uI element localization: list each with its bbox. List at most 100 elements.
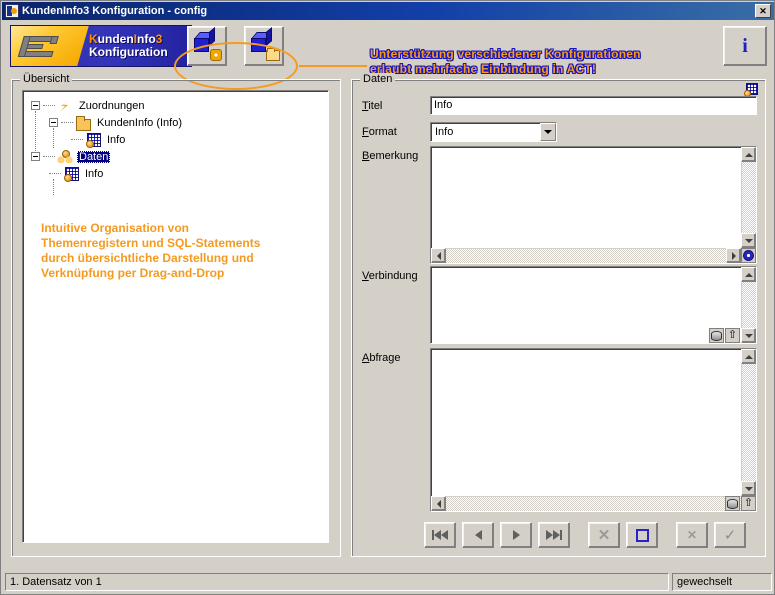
tree-view[interactable]: Zuordnungen KundenInfo (Info) Info [22, 90, 329, 543]
callout-line-2: erlaubt mehrfache Einbindung in ACT! [370, 62, 641, 77]
callout-text: Unterstützung verschiedener Konfiguratio… [370, 47, 641, 77]
cancel-edit-button[interactable]: ✕ [676, 522, 708, 548]
promo-line-3: durch übersichtliche Darstellung und [41, 251, 260, 266]
tree-connector [61, 122, 73, 123]
titel-label: Titel [362, 100, 382, 112]
tree-connector [49, 173, 61, 174]
overview-group-label: Übersicht [20, 73, 72, 85]
tree-item-kundeninfo[interactable]: KundenInfo (Info) [49, 114, 328, 131]
check-icon: ✓ [724, 528, 737, 543]
logo-3: 3 [156, 32, 163, 46]
scroll-up-button[interactable] [741, 349, 756, 364]
abfrage-textarea[interactable]: ⇧ [430, 348, 757, 512]
grid-record-icon[interactable] [744, 83, 759, 97]
bemerkung-label-rest: emerkung [369, 150, 418, 162]
tree-item-label: Info [83, 168, 105, 180]
scroll-down-button[interactable] [741, 328, 756, 343]
window-title: KundenInfo3 Konfiguration - config [22, 5, 207, 17]
format-label: Format [362, 126, 397, 138]
config-cube-button[interactable] [187, 26, 227, 66]
settings-gear-icon[interactable] [741, 248, 756, 263]
upload-arrow-icon[interactable]: ⇧ [741, 496, 756, 511]
application-window: KundenInfo3 Konfiguration - config ✕ Kun… [0, 0, 775, 595]
tree-item-zuordnungen[interactable]: Zuordnungen [31, 97, 328, 114]
delete-record-button[interactable]: ✕ [588, 522, 620, 548]
tree-item-info-1[interactable]: Info [71, 131, 328, 148]
verbindung-textarea[interactable]: ⇧ [430, 266, 757, 344]
scroll-left-button[interactable] [431, 496, 446, 511]
verbindung-label-accel: V [362, 270, 369, 282]
tree-item-info-2[interactable]: Info [49, 165, 328, 182]
tree-connector [43, 105, 55, 106]
header-band: KundenInfo3 Konfiguration Unterstützung … [2, 20, 775, 72]
verbindung-label-rest: erbindung [369, 270, 418, 282]
gear-icon [210, 49, 222, 61]
callout-leader-line [299, 65, 367, 67]
tree-item-label: Info [105, 134, 127, 146]
promo-line-1: Intuitive Organisation von [41, 221, 260, 236]
scroll-right-button[interactable] [726, 248, 741, 263]
scroll-down-button[interactable] [741, 233, 756, 248]
abfrage-label-rest: bfrage [369, 352, 400, 364]
app-icon [5, 4, 19, 18]
open-cube-button[interactable] [244, 26, 284, 66]
logo-nfo: nfo [137, 32, 156, 46]
last-record-button[interactable] [538, 522, 570, 548]
tree-item-daten[interactable]: Daten [31, 148, 328, 165]
format-label-accel: F [362, 126, 369, 138]
data-group-label: Daten [360, 73, 395, 85]
status-bar: 1. Datensatz von 1 gewechselt [2, 571, 775, 593]
tree-item-label: KundenInfo (Info) [95, 117, 184, 129]
cancel-x-icon: ✕ [687, 528, 697, 543]
collapse-icon[interactable] [31, 101, 40, 110]
scroll-up-button[interactable] [741, 147, 756, 162]
titel-input[interactable]: Info [430, 96, 757, 115]
horizontal-scrollbar[interactable] [431, 248, 756, 263]
format-selected-value: Info [431, 126, 540, 138]
data-nodes-icon [57, 150, 73, 164]
upload-arrow-icon[interactable]: ⇧ [725, 328, 740, 343]
status-record-text: 1. Datensatz von 1 [5, 573, 669, 591]
bemerkung-textarea[interactable] [430, 146, 757, 264]
tree-item-label: Zuordnungen [77, 100, 146, 112]
promo-line-2: Themenregistern und SQL-Statements [41, 236, 260, 251]
collapse-icon[interactable] [31, 152, 40, 161]
confirm-edit-button[interactable]: ✓ [714, 522, 746, 548]
logo-text: KundenInfo3 Konfiguration [89, 33, 168, 59]
logo-k: K [89, 32, 98, 46]
promo-line-4: Verknüpfung per Drag-and-Drop [41, 266, 260, 281]
abfrage-label: Abfrage [362, 352, 401, 364]
previous-record-button[interactable] [462, 522, 494, 548]
data-group: Daten Titel Info Format Info Bemerkung [351, 79, 766, 557]
grid-icon [63, 167, 79, 181]
format-select[interactable]: Info [430, 122, 557, 142]
scroll-up-button[interactable] [741, 267, 756, 282]
record-navigation-bar: ✕ ✕ ✓ [424, 522, 752, 548]
bemerkung-label: Bemerkung [362, 150, 418, 162]
chevron-down-icon[interactable] [540, 123, 556, 141]
grid-icon [85, 133, 101, 147]
scroll-left-button[interactable] [431, 248, 446, 263]
next-record-button[interactable] [500, 522, 532, 548]
tree-item-label: Daten [77, 151, 110, 163]
title-bar: KundenInfo3 Konfiguration - config ✕ [2, 2, 775, 20]
folder-icon [75, 116, 91, 130]
assignments-icon [57, 99, 73, 113]
folder-icon [266, 50, 280, 61]
database-icon[interactable] [725, 496, 740, 511]
scroll-down-button[interactable] [741, 481, 756, 496]
close-icon[interactable]: ✕ [755, 4, 771, 18]
new-record-button[interactable] [626, 522, 658, 548]
callout-line-1: Unterstützung verschiedener Konfiguratio… [370, 47, 641, 62]
product-logo: KundenInfo3 Konfiguration [10, 25, 192, 67]
database-icon[interactable] [709, 328, 724, 343]
delete-x-icon: ✕ [598, 528, 611, 543]
horizontal-scrollbar[interactable] [431, 496, 756, 511]
format-label-rest: ormat [369, 126, 397, 138]
collapse-icon[interactable] [49, 118, 58, 127]
status-state-text: gewechselt [672, 573, 772, 591]
logo-subtitle: Konfiguration [89, 46, 168, 59]
first-record-button[interactable] [424, 522, 456, 548]
overview-group: Übersicht Zuordnungen KundenInfo (I [11, 79, 341, 557]
info-button[interactable]: i [723, 26, 767, 66]
